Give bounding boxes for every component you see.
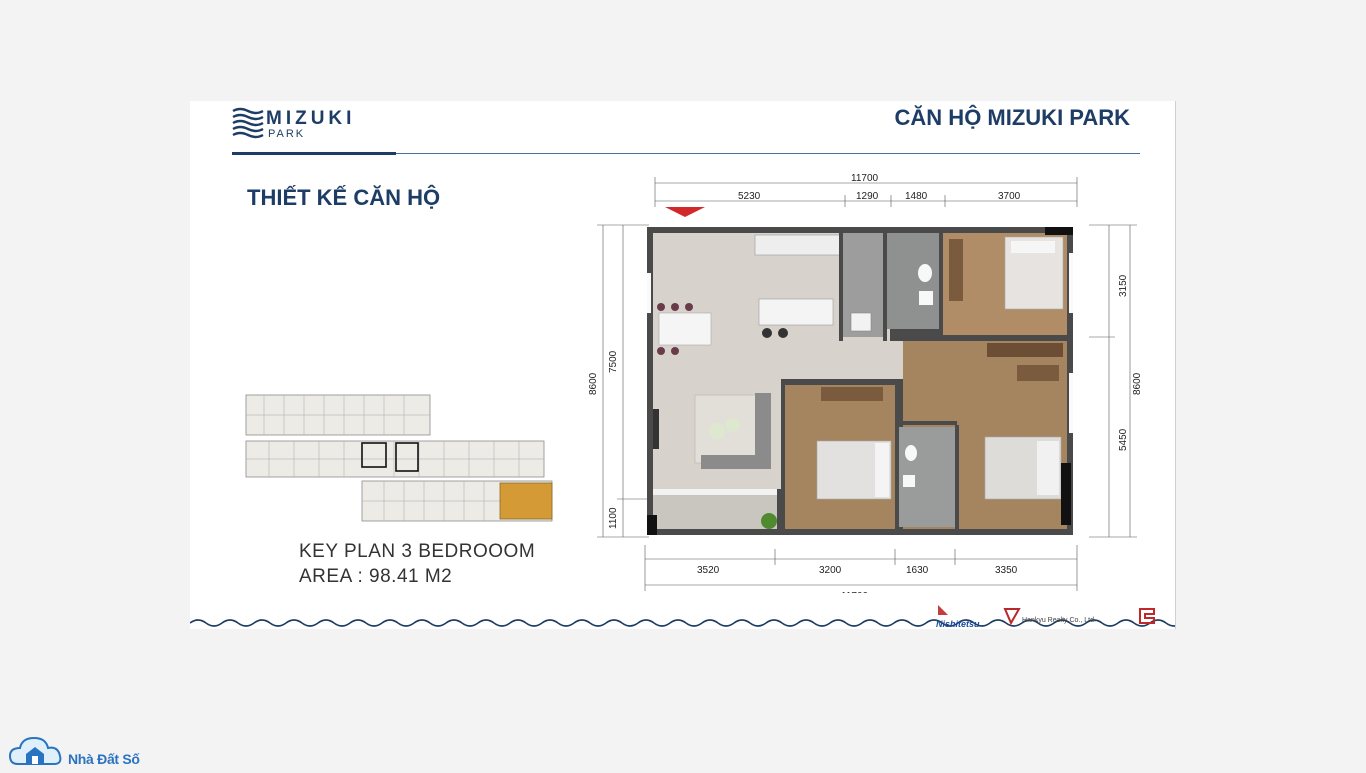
key-plan-title: KEY PLAN 3 BEDROOOM xyxy=(299,541,536,562)
dim-top-4: 3700 xyxy=(998,191,1021,202)
dim-top-total: 11700 xyxy=(851,173,879,184)
dim-right-lower: 5450 xyxy=(1118,428,1129,451)
dim-bottom-2: 3200 xyxy=(819,565,842,576)
balcony-floor xyxy=(653,495,777,529)
dim-bottom-3: 1630 xyxy=(906,565,929,576)
floor-plan: 11700 5230 1290 1480 3700 8600 7500 1100… xyxy=(588,173,1143,593)
wardrobe-2 xyxy=(821,387,883,401)
mizuki-logo: MIZUKI PARK xyxy=(232,107,372,145)
sink-2-icon xyxy=(903,475,915,487)
plant-icon xyxy=(761,513,777,529)
tv-unit xyxy=(653,409,659,449)
washing-machine-icon xyxy=(850,312,872,332)
wave-logo-icon xyxy=(232,107,264,139)
dining-table xyxy=(658,312,712,346)
brand-name: Nhà Đất Số xyxy=(68,751,140,767)
desk xyxy=(1017,365,1059,381)
bathroom-1-floor xyxy=(887,233,939,329)
toilet-2-icon xyxy=(905,445,917,461)
kitchen-counter xyxy=(754,234,842,256)
toilet-1-icon xyxy=(918,264,932,282)
hankyu-logo: Hankyu Realty Co., Ltd. xyxy=(1002,603,1112,629)
header-divider-accent xyxy=(232,152,396,155)
hankyu-label: Hankyu Realty Co., Ltd. xyxy=(1022,617,1096,624)
section-title: THIẾT KẾ CĂN HỘ xyxy=(247,185,441,210)
dim-top-2: 1290 xyxy=(856,191,879,202)
dim-bottom-4: 3350 xyxy=(995,565,1018,576)
nishitetsu-logo: Nishitetsu xyxy=(934,603,984,629)
kitchen-island xyxy=(758,298,834,326)
dim-right-upper: 3150 xyxy=(1118,274,1129,297)
dim-left-lower: 1100 xyxy=(608,507,619,529)
slide-edge xyxy=(1175,101,1176,629)
dim-left-outer: 8600 xyxy=(588,372,599,395)
entrance-arrow-icon xyxy=(665,207,705,217)
sink-1-icon xyxy=(919,291,933,305)
dim-bottom-1: 3520 xyxy=(697,565,720,576)
logo-word: MIZUKI xyxy=(266,108,356,129)
wardrobe-3 xyxy=(987,343,1063,357)
highlighted-unit xyxy=(499,482,553,520)
key-plan-diagram xyxy=(245,394,553,522)
key-plan-area: AREA : 98.41 M2 xyxy=(299,566,453,587)
key-plan-caption: KEY PLAN 3 BEDROOOM AREA : 98.41 M2 xyxy=(299,539,535,589)
balcony-door xyxy=(653,489,777,495)
brand-watermark: Nhà Đất Số xyxy=(8,730,168,767)
nishitetsu-label: Nishitetsu xyxy=(936,619,980,629)
dim-bottom-total: 11700 xyxy=(841,591,869,593)
master-wardrobe xyxy=(949,239,963,301)
page-title: CĂN HỘ MIZUKI PARK xyxy=(894,105,1130,130)
cloud-house-icon xyxy=(8,736,62,765)
dim-left-inner: 7500 xyxy=(608,350,619,373)
dim-right-outer: 8600 xyxy=(1132,372,1143,395)
slide: MIZUKI PARK CĂN HỘ MIZUKI PARK THIẾT KẾ … xyxy=(190,101,1176,629)
dim-top-3: 1480 xyxy=(905,191,928,202)
partner-logo-icon xyxy=(1134,603,1160,629)
logo-sub: PARK xyxy=(268,128,306,140)
dim-top-1: 5230 xyxy=(738,191,761,202)
